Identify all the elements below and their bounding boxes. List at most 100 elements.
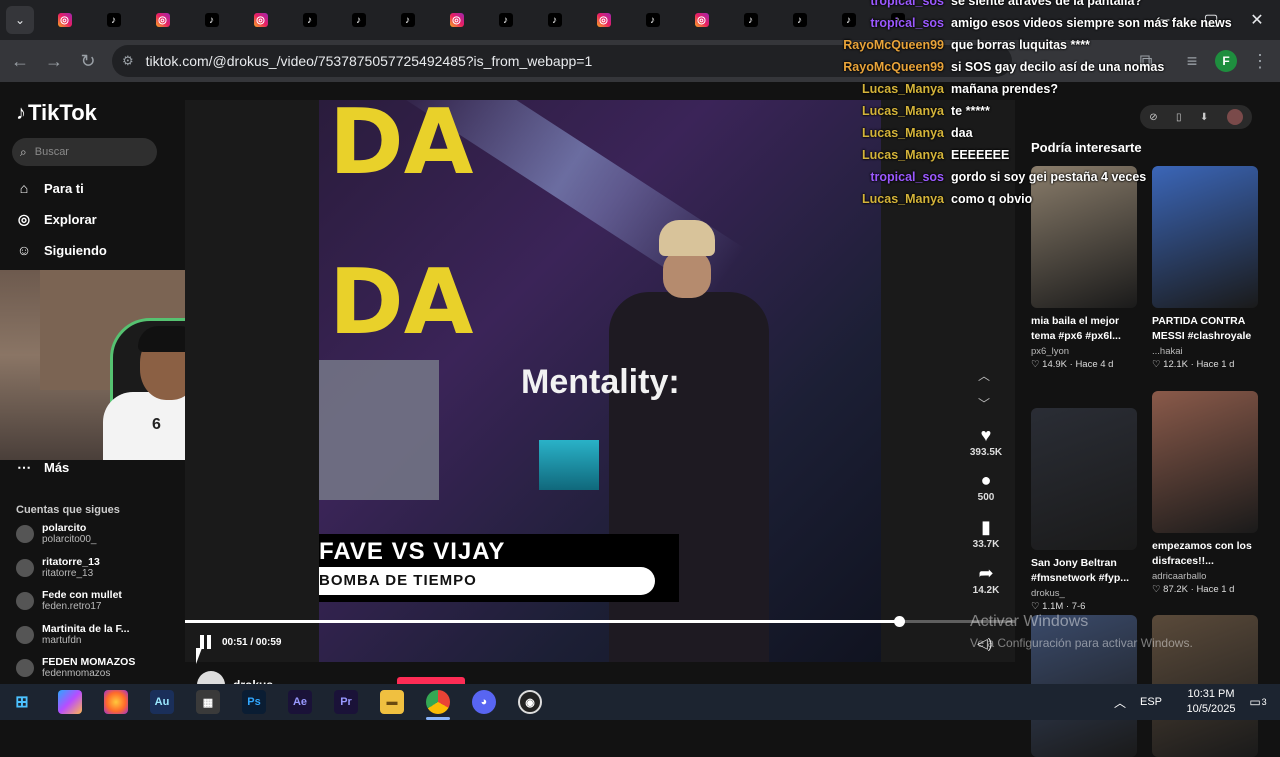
language-indicator[interactable]: ESP <box>1140 696 1162 708</box>
chevron-down-icon[interactable]: ﹀ <box>978 395 990 412</box>
browser-tab[interactable]: ♪ <box>89 4 138 36</box>
related-video-card[interactable]: empezamos con los disfraces!!... adricaar… <box>1152 391 1258 595</box>
related-title: Podría interesarte <box>1031 140 1142 155</box>
profile-avatar[interactable]: F <box>1215 50 1237 72</box>
bookmark-button[interactable]: ▮ 33.7K <box>968 517 1004 550</box>
browser-tab[interactable]: ◎ <box>579 4 628 36</box>
nav-mas[interactable]: ⋯ Más <box>16 459 69 475</box>
account-handle: martufdn <box>42 634 82 646</box>
related-video-card[interactable]: mia baila el mejor tema #px6 #px6l... px6… <box>1031 166 1137 370</box>
account-avatar <box>16 625 34 644</box>
comment-button[interactable]: ● 500 <box>968 470 1004 503</box>
account-name: Fede con mullet <box>42 589 122 601</box>
clock[interactable]: 10:31 PM 10/5/2025 <box>1176 687 1246 717</box>
progress-knob[interactable] <box>893 616 905 627</box>
like-button[interactable]: ♥ 393.5K <box>968 425 1004 458</box>
nav-explorar[interactable]: ◎ Explorar <box>16 211 97 227</box>
after-effects-icon[interactable]: Ae <box>288 690 312 714</box>
reload-icon[interactable]: ↻ <box>76 49 100 73</box>
account-avatar <box>16 525 34 543</box>
browser-tab[interactable]: ◎ <box>40 4 89 36</box>
like-count: 393.5K <box>969 447 1003 458</box>
chevron-up-tray-icon[interactable]: ︿ <box>1114 694 1126 711</box>
following-account[interactable]: FEDEN MOMAZOS fedenmomazos <box>16 656 135 680</box>
chat-username: Lucas_Manya <box>862 126 944 140</box>
notification-icon[interactable]: ▭ 3 <box>1246 692 1270 712</box>
following-account[interactable]: ritatorre_13 ritatorre_13 <box>16 556 100 580</box>
following-account[interactable]: Martinita de la F... martufdn <box>16 623 130 647</box>
photoshop-icon[interactable]: Ps <box>242 690 266 714</box>
heart-icon: ♥ <box>980 425 992 445</box>
backdrop-letters-mid: DA <box>329 250 474 355</box>
browser-tab[interactable]: ◎ <box>432 4 481 36</box>
video-thumbnail <box>1031 166 1137 308</box>
tiktok-icon: ♪ <box>302 13 317 27</box>
account-handle: ritatorre_13 <box>42 567 94 579</box>
tab-search-button[interactable]: ⌄ <box>6 6 34 34</box>
nav-para-ti[interactable]: ⌂ Para ti <box>16 180 84 196</box>
video-caption: Mentality: <box>521 363 680 401</box>
related-video-card[interactable]: PARTIDA CONTRA MESSI #clashroyale ...haka… <box>1152 166 1258 370</box>
browser-tab[interactable]: ♪ <box>334 4 383 36</box>
related-video-card[interactable]: San Jony Beltran #fmsnetwork #fyp... drok… <box>1031 408 1137 612</box>
nav-siguiendo[interactable]: ☺ Siguiendo <box>16 242 107 258</box>
browser-tab[interactable]: ♪ <box>726 4 775 36</box>
browser-tab[interactable]: ♪ <box>530 4 579 36</box>
card-likes: 1.1M <box>1042 601 1064 612</box>
browser-tab[interactable]: ♪ <box>383 4 432 36</box>
close-icon[interactable]: ✕ <box>1234 0 1280 40</box>
device-icon[interactable]: ▯ <box>1176 112 1182 123</box>
logo-text: TikTok <box>28 100 97 125</box>
video-progress-bar[interactable] <box>185 616 1015 627</box>
windows-start-icon[interactable]: ⊞ <box>10 690 34 714</box>
obs-icon[interactable]: ◉ <box>518 690 542 714</box>
creator-tools-icon[interactable]: ⊘ <box>1149 112 1157 123</box>
following-account[interactable]: polarcito polarcito00_ <box>16 522 96 546</box>
browser-tab[interactable]: ♪ <box>481 4 530 36</box>
card-age: 7-6 <box>1071 601 1086 612</box>
chat-username: RayoMcQueen99 <box>843 60 944 74</box>
tiktok-logo[interactable]: ♪ TikTok <box>16 100 97 126</box>
browser-tab[interactable]: ◎ <box>138 4 187 36</box>
forward-icon[interactable]: → <box>42 49 66 73</box>
download-icon[interactable]: ⬇ <box>1200 112 1208 123</box>
back-icon[interactable]: ← <box>8 49 32 73</box>
card-meta: ♡ 12.1K · Hace 1 d <box>1152 359 1258 370</box>
firefox-icon[interactable] <box>104 690 128 714</box>
menu-icon[interactable]: ⋮ <box>1248 49 1272 73</box>
browser-tab[interactable]: ◎ <box>236 4 285 36</box>
share-count: 14.2K <box>972 585 1000 596</box>
card-meta: ♡ 1.1M · 7-6 <box>1031 601 1137 612</box>
share-button[interactable]: ➦ 14.2K <box>968 563 1004 596</box>
browser-tab[interactable]: ♪ <box>285 4 334 36</box>
card-likes: 12.1K <box>1163 359 1188 370</box>
following-title: Cuentas que sigues <box>16 504 120 516</box>
browser-tab[interactable]: ♪ <box>775 4 824 36</box>
mouse-cursor <box>196 648 202 664</box>
premiere-icon[interactable]: Pr <box>334 690 358 714</box>
video-thumbnail <box>1152 391 1258 533</box>
search-input[interactable]: ⌕ Buscar <box>12 138 157 166</box>
card-author: drokus_ <box>1031 588 1065 599</box>
audition-icon[interactable]: Au <box>150 690 174 714</box>
chevron-up-icon[interactable]: ︿ <box>978 367 990 384</box>
browser-tab[interactable]: ♪ <box>628 4 677 36</box>
browser-tab[interactable]: ◎ <box>677 4 726 36</box>
browser-tab[interactable]: ♪ <box>187 4 236 36</box>
pause-button[interactable] <box>200 635 216 651</box>
copilot-icon[interactable] <box>58 690 82 714</box>
discord-icon[interactable]: ◕ <box>472 690 496 714</box>
media-icon[interactable]: ≡ <box>1180 49 1204 73</box>
video-player[interactable]: DA DA Mentality: FAVE VS VIJAY BOMBA DE … <box>319 100 881 662</box>
people-icon: ☺ <box>16 242 32 258</box>
chrome-icon[interactable] <box>426 690 450 714</box>
account-name: Martinita de la F... <box>42 622 130 635</box>
site-settings-icon[interactable]: ⚙ <box>122 53 134 69</box>
following-account[interactable]: Fede con mullet feden.retro17 <box>16 589 122 613</box>
follow-button[interactable] <box>397 677 465 684</box>
file-explorer-icon[interactable]: ▬ <box>380 690 404 714</box>
heart-small-icon: ♡ <box>1152 584 1164 595</box>
calendar-app-icon[interactable]: ▦ <box>196 690 220 714</box>
user-avatar[interactable] <box>1226 109 1243 125</box>
card-author: adricaarballo <box>1152 571 1207 582</box>
